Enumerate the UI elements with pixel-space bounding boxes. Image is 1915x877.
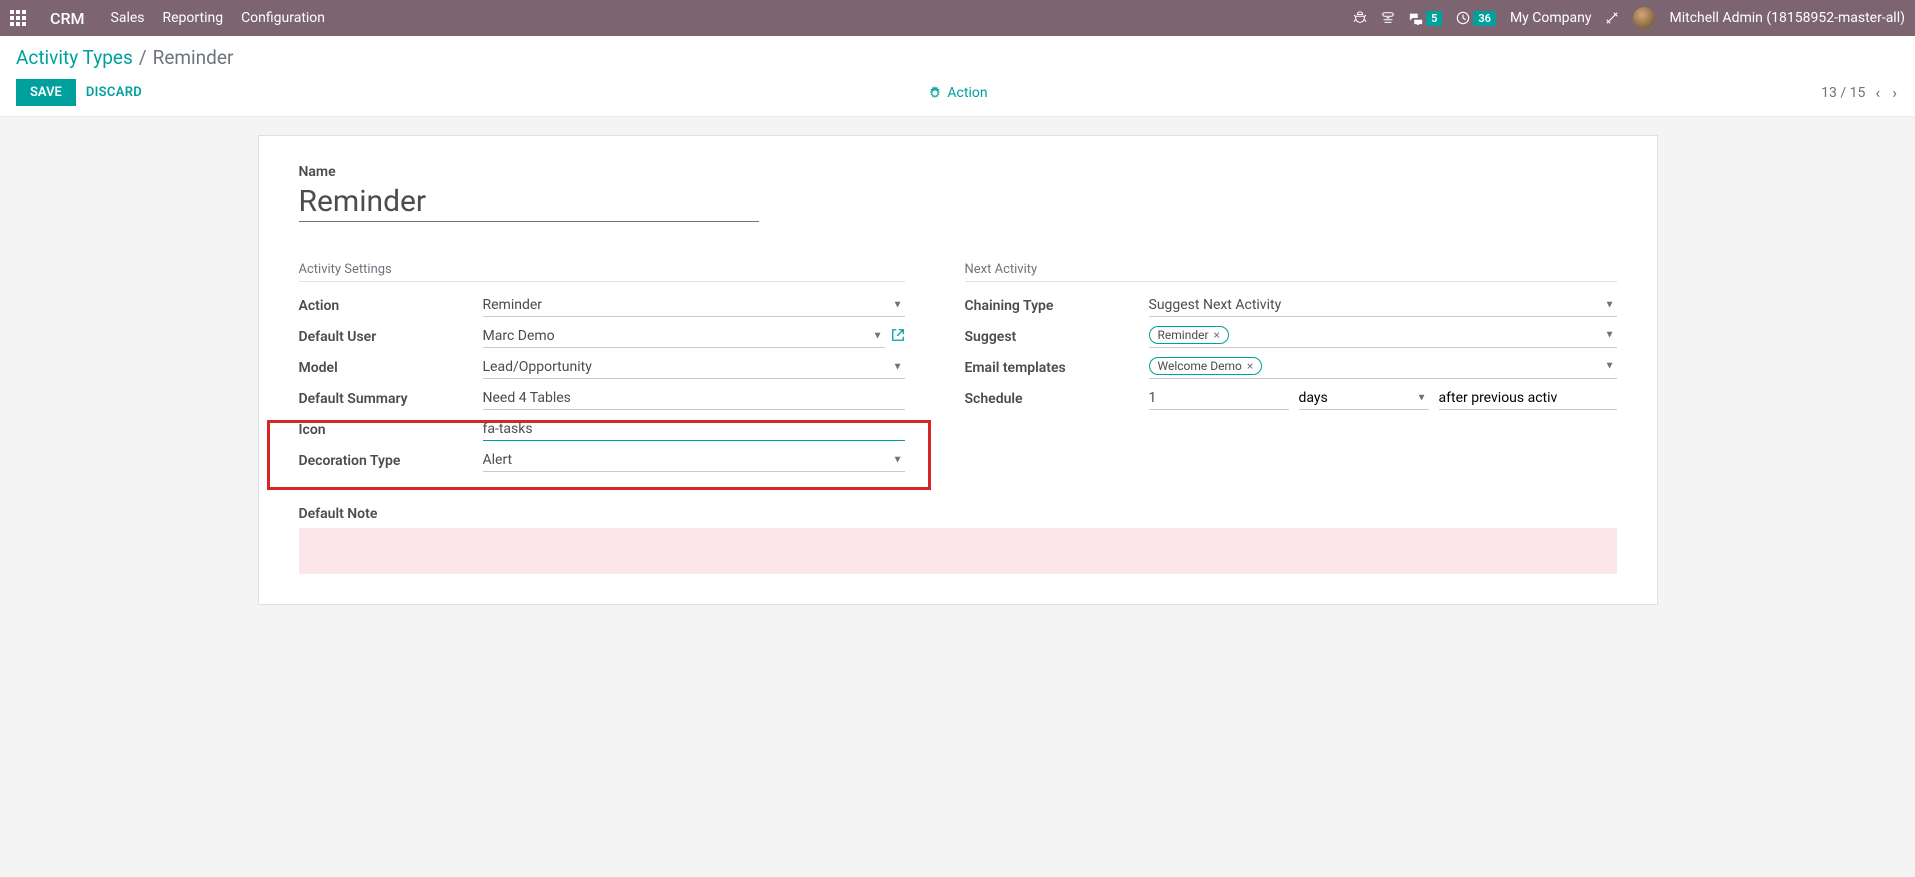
action-label: Action [299, 298, 483, 314]
suggest-tags-input[interactable]: Reminder× ▼ [1149, 325, 1617, 348]
messaging-badge: 5 [1426, 11, 1442, 26]
phone-icon[interactable] [1381, 11, 1395, 25]
chaining-type-select[interactable] [1149, 294, 1617, 317]
email-template-tag: Welcome Demo× [1149, 357, 1263, 375]
icon-field-label: Icon [299, 422, 483, 438]
close-icon[interactable]: × [1247, 359, 1253, 373]
breadcrumb: Activity Types / Reminder [16, 46, 1899, 69]
next-activity-title: Next Activity [965, 262, 1617, 282]
action-dropdown[interactable]: Action [927, 85, 987, 101]
pager-prev-icon[interactable]: ‹ [1873, 83, 1882, 102]
default-summary-label: Default Summary [299, 391, 483, 407]
nav-sales[interactable]: Sales [111, 10, 145, 26]
pager: 13 / 15 ‹ › [1821, 83, 1899, 102]
apps-icon[interactable] [10, 10, 26, 26]
chevron-down-icon: ▼ [1605, 329, 1615, 340]
next-activity-group: Next Activity Chaining Type ▼ Suggest Re… [965, 262, 1617, 476]
breadcrumb-parent[interactable]: Activity Types [16, 46, 133, 69]
schedule-after-select[interactable] [1439, 387, 1617, 410]
chevron-down-icon: ▼ [1605, 360, 1615, 371]
activities-badge: 36 [1473, 11, 1496, 26]
action-select[interactable] [483, 294, 905, 317]
action-label: Action [947, 85, 987, 101]
chaining-type-label: Chaining Type [965, 298, 1149, 314]
icon-input[interactable] [483, 418, 905, 441]
top-navbar: CRM Sales Reporting Configuration 5 36 M… [0, 0, 1915, 36]
email-templates-tags-input[interactable]: Welcome Demo× ▼ [1149, 356, 1617, 379]
nav-configuration[interactable]: Configuration [241, 10, 325, 26]
app-brand[interactable]: CRM [50, 9, 85, 28]
pager-next-icon[interactable]: › [1890, 83, 1899, 102]
nav-reporting[interactable]: Reporting [163, 10, 224, 26]
decoration-type-select[interactable] [483, 449, 905, 472]
model-label: Model [299, 360, 483, 376]
activities-icon[interactable]: 36 [1456, 11, 1496, 26]
default-summary-input[interactable] [483, 387, 905, 410]
schedule-count-input[interactable] [1149, 387, 1289, 410]
default-note-label: Default Note [299, 506, 1617, 522]
default-user-select[interactable] [483, 325, 885, 348]
default-note-editor[interactable] [299, 528, 1617, 574]
form-sheet: Name Activity Settings Action ▼ Default … [258, 135, 1658, 605]
user-menu[interactable]: Mitchell Admin (18158952-master-all) [1669, 10, 1905, 26]
save-button[interactable]: SAVE [16, 79, 76, 106]
external-link-icon[interactable] [891, 328, 905, 346]
schedule-label: Schedule [965, 391, 1149, 407]
schedule-unit-select[interactable] [1299, 387, 1429, 410]
tools-icon[interactable] [1605, 11, 1619, 25]
gear-icon [927, 86, 941, 100]
default-user-label: Default User [299, 329, 483, 345]
decoration-type-label: Decoration Type [299, 453, 483, 469]
breadcrumb-current: Reminder [153, 46, 234, 69]
email-templates-label: Email templates [965, 360, 1149, 376]
activity-settings-group: Activity Settings Action ▼ Default User … [299, 262, 905, 476]
breadcrumb-separator: / [139, 46, 147, 69]
activity-settings-title: Activity Settings [299, 262, 905, 282]
suggest-tag: Reminder× [1149, 326, 1229, 344]
avatar[interactable] [1633, 7, 1655, 29]
suggest-label: Suggest [965, 329, 1149, 345]
company-switcher[interactable]: My Company [1510, 10, 1592, 26]
name-label: Name [299, 164, 1617, 180]
discard-button[interactable]: DISCARD [86, 85, 142, 100]
close-icon[interactable]: × [1214, 328, 1220, 342]
name-input[interactable] [299, 182, 759, 222]
model-select[interactable] [483, 356, 905, 379]
control-panel: Activity Types / Reminder SAVE DISCARD A… [0, 36, 1915, 117]
messaging-icon[interactable]: 5 [1409, 11, 1442, 26]
pager-counter[interactable]: 13 / 15 [1821, 85, 1865, 101]
bug-icon[interactable] [1353, 11, 1367, 25]
